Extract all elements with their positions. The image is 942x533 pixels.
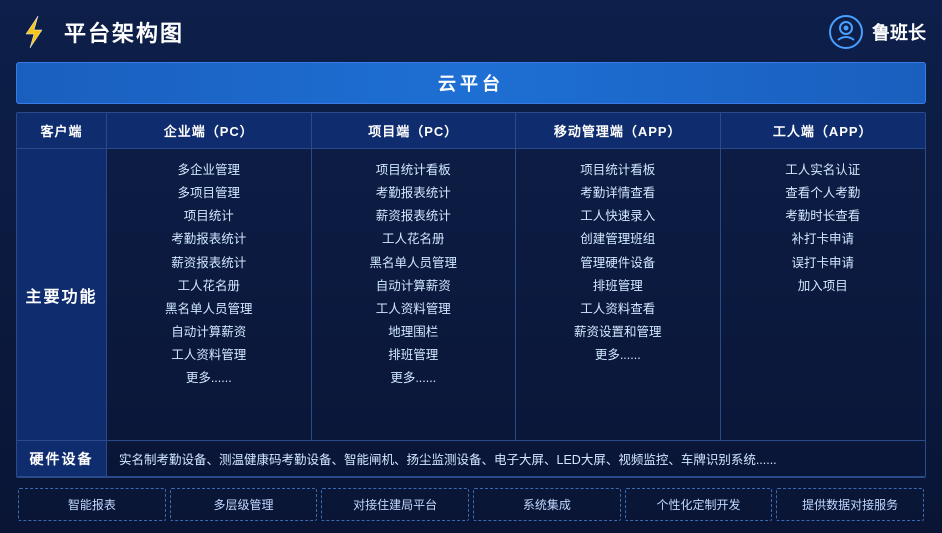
- main-table: 客户端 企业端（PC） 项目端（PC） 移动管理端（APP） 工人端（APP） …: [16, 112, 926, 478]
- feature-item: 工人快速录入: [524, 205, 712, 228]
- feature-item: 薪资报表统计: [320, 205, 508, 228]
- page-title: 平台架构图: [64, 16, 184, 48]
- logo-icon: [16, 14, 52, 50]
- header-left: 平台架构图: [16, 14, 184, 50]
- feature-item: 考勤报表统计: [115, 228, 303, 251]
- feature-item: 排班管理: [524, 275, 712, 298]
- feature-item: 查看个人考勤: [729, 182, 918, 205]
- bottom-feature-item: 对接住建局平台: [321, 488, 469, 521]
- feature-item: 黑名单人员管理: [320, 252, 508, 275]
- feature-item: 自动计算薪资: [115, 321, 303, 344]
- col-header-worker: 工人端（APP）: [721, 113, 926, 148]
- feature-item: 黑名单人员管理: [115, 298, 303, 321]
- feature-item: 工人资料管理: [320, 298, 508, 321]
- feature-item: 工人实名认证: [729, 159, 918, 182]
- hardware-label: 硬件设备: [17, 441, 107, 476]
- main-function-label: 主要功能: [17, 149, 107, 440]
- feature-item: 项目统计: [115, 205, 303, 228]
- feature-item: 多项目管理: [115, 182, 303, 205]
- feature-item: 补打卡申请: [729, 228, 918, 251]
- col-header-enterprise: 企业端（PC）: [107, 113, 312, 148]
- feature-item: 更多......: [320, 367, 508, 390]
- col-headers-row: 客户端 企业端（PC） 项目端（PC） 移动管理端（APP） 工人端（APP）: [17, 113, 925, 149]
- feature-item: 考勤报表统计: [320, 182, 508, 205]
- feature-item: 自动计算薪资: [320, 275, 508, 298]
- feature-item: 管理硬件设备: [524, 252, 712, 275]
- feature-item: 考勤时长查看: [729, 205, 918, 228]
- hardware-row: 硬件设备 实名制考勤设备、测温健康码考勤设备、智能闸机、扬尘监测设备、电子大屏、…: [17, 441, 925, 477]
- feature-item: 工人花名册: [115, 275, 303, 298]
- feature-item: 工人资料管理: [115, 344, 303, 367]
- col-header-project: 项目端（PC）: [312, 113, 517, 148]
- feature-item: 工人花名册: [320, 228, 508, 251]
- mobile-features: 项目统计看板考勤详情查看工人快速录入创建管理班组管理硬件设备排班管理工人资料查看…: [516, 149, 721, 440]
- feature-item: 项目统计看板: [524, 159, 712, 182]
- enterprise-features: 多企业管理多项目管理项目统计考勤报表统计薪资报表统计工人花名册黑名单人员管理自动…: [107, 149, 312, 440]
- page-wrapper: 平台架构图 鲁班长 云平台 客户端 企业端（PC） 项目端（PC） 移动管理端（…: [0, 0, 942, 533]
- feature-item: 加入项目: [729, 275, 918, 298]
- feature-item: 更多......: [115, 367, 303, 390]
- feature-item: 考勤详情查看: [524, 182, 712, 205]
- feature-item: 创建管理班组: [524, 228, 712, 251]
- feature-item: 地理围栏: [320, 321, 508, 344]
- bottom-feature-item: 多层级管理: [170, 488, 318, 521]
- feature-item: 排班管理: [320, 344, 508, 367]
- project-features: 项目统计看板考勤报表统计薪资报表统计工人花名册黑名单人员管理自动计算薪资工人资料…: [312, 149, 517, 440]
- col-header-mobile: 移动管理端（APP）: [516, 113, 721, 148]
- brand-name: 鲁班长: [872, 19, 926, 45]
- cloud-banner: 云平台: [16, 62, 926, 104]
- col-header-client: 客户端: [17, 113, 107, 148]
- bottom-feature-item: 智能报表: [18, 488, 166, 521]
- bottom-feature-item: 提供数据对接服务: [776, 488, 924, 521]
- feature-item: 薪资设置和管理: [524, 321, 712, 344]
- feature-item: 误打卡申请: [729, 252, 918, 275]
- brand-logo: 鲁班长: [828, 14, 926, 50]
- hardware-content: 实名制考勤设备、测温健康码考勤设备、智能闸机、扬尘监测设备、电子大屏、LED大屏…: [107, 441, 925, 476]
- worker-features: 工人实名认证查看个人考勤考勤时长查看补打卡申请误打卡申请加入项目: [721, 149, 926, 440]
- features-row: 智能报表多层级管理对接住建局平台系统集成个性化定制开发提供数据对接服务: [16, 486, 926, 523]
- header: 平台架构图 鲁班长: [16, 10, 926, 54]
- bottom-feature-item: 个性化定制开发: [625, 488, 773, 521]
- brand-icon: [828, 14, 864, 50]
- bottom-feature-item: 系统集成: [473, 488, 621, 521]
- feature-item: 项目统计看板: [320, 159, 508, 182]
- content-row: 主要功能 多企业管理多项目管理项目统计考勤报表统计薪资报表统计工人花名册黑名单人…: [17, 149, 925, 441]
- feature-item: 多企业管理: [115, 159, 303, 182]
- feature-item: 薪资报表统计: [115, 252, 303, 275]
- feature-item: 更多......: [524, 344, 712, 367]
- feature-item: 工人资料查看: [524, 298, 712, 321]
